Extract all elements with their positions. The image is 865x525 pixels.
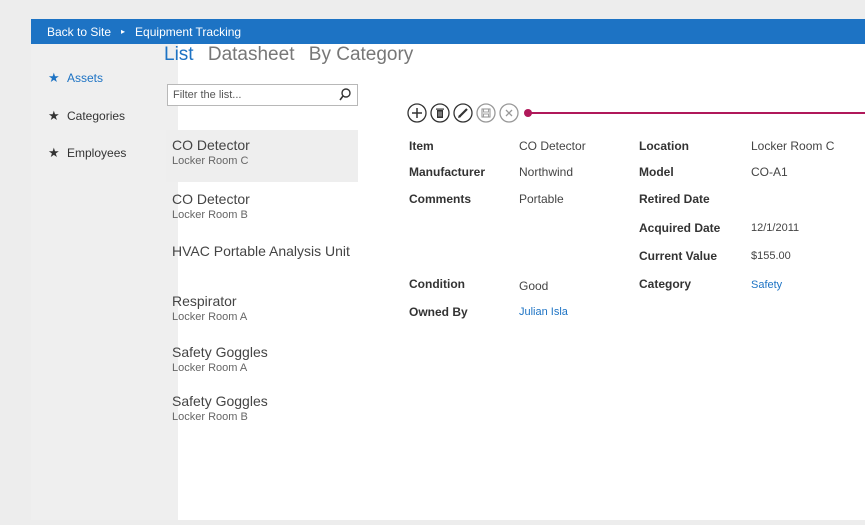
field-value-comments: Portable (519, 192, 564, 206)
list-item[interactable]: HVAC Portable Analysis Unit (166, 236, 358, 282)
field-value-model: CO-A1 (751, 165, 788, 179)
list-item-subtitle: Locker Room A (172, 362, 248, 374)
app-window: Back to Site ▸ Equipment Tracking ★ Asse… (31, 19, 865, 520)
list-item-subtitle: Locker Room B (172, 411, 248, 423)
field-value-category-link[interactable]: Safety (751, 279, 782, 291)
site-title-breadcrumb[interactable]: Equipment Tracking (135, 25, 241, 39)
list-item-title: CO Detector (172, 191, 250, 207)
save-icon[interactable] (476, 103, 496, 123)
field-value-condition: Good (519, 279, 549, 293)
cancel-icon[interactable] (499, 103, 519, 123)
top-bar: Back to Site ▸ Equipment Tracking (31, 19, 865, 44)
breadcrumb-separator-icon: ▸ (121, 27, 126, 36)
nav-item-assets[interactable]: ★ Assets (48, 70, 103, 86)
field-label-current-value: Current Value (639, 249, 718, 263)
field-label-comments: Comments (409, 192, 472, 206)
nav-item-label: Employees (67, 146, 127, 160)
field-label-acquired-date: Acquired Date (639, 221, 721, 235)
nav-item-label: Categories (67, 109, 126, 123)
back-to-site-link[interactable]: Back to Site (47, 25, 111, 39)
field-value-manufacturer: Northwind (519, 165, 574, 179)
list-item-title: HVAC Portable Analysis Unit (172, 243, 350, 259)
view-switcher: List Datasheet By Category (164, 44, 422, 66)
list-item[interactable]: CO Detector Locker Room B (166, 184, 358, 230)
field-value-location: Locker Room C (751, 139, 835, 153)
filter-input[interactable] (168, 85, 333, 105)
star-icon: ★ (48, 145, 60, 160)
field-label-model: Model (639, 165, 674, 179)
filter-box (167, 84, 358, 106)
page-background: Back to Site ▸ Equipment Tracking ★ Asse… (0, 0, 865, 525)
list-item[interactable]: CO Detector Locker Room C (166, 130, 358, 182)
list-item[interactable]: Safety Goggles Locker Room A (166, 337, 358, 383)
view-tab-datasheet[interactable]: Datasheet (208, 44, 295, 65)
search-icon[interactable] (339, 88, 351, 102)
list-item-title: Safety Goggles (172, 344, 268, 360)
field-value-owned-by-link[interactable]: Julian Isla (519, 306, 568, 318)
view-tab-list[interactable]: List (164, 44, 194, 65)
field-value-item: CO Detector (519, 139, 586, 153)
field-label-location: Location (639, 139, 689, 153)
nav-item-categories[interactable]: ★ Categories (48, 108, 125, 124)
list-item-subtitle: Locker Room B (172, 209, 248, 221)
star-icon: ★ (48, 108, 60, 123)
list-item-title: Respirator (172, 293, 237, 309)
field-label-retired-date: Retired Date (639, 192, 710, 206)
view-tab-by-category[interactable]: By Category (309, 44, 414, 65)
field-label-manufacturer: Manufacturer (409, 165, 486, 179)
field-label-owned-by: Owned By (409, 305, 468, 319)
field-label-condition: Condition (409, 277, 465, 291)
list-item-subtitle: Locker Room A (172, 311, 248, 323)
nav-item-label: Assets (67, 71, 104, 85)
list-item-title: Safety Goggles (172, 393, 268, 409)
field-value-acquired-date: 12/1/2011 (751, 222, 800, 234)
list-item[interactable]: Safety Goggles Locker Room B (166, 386, 358, 432)
nav-item-employees[interactable]: ★ Employees (48, 145, 126, 161)
field-label-category: Category (639, 277, 692, 291)
field-label-item: Item (409, 139, 434, 153)
callout-line (530, 112, 865, 114)
edit-icon[interactable] (453, 103, 473, 123)
list-item[interactable]: Respirator Locker Room A (166, 286, 358, 332)
delete-icon[interactable] (430, 103, 450, 123)
field-value-current-value: $155.00 (751, 250, 791, 262)
add-icon[interactable] (407, 103, 427, 123)
star-icon: ★ (48, 70, 60, 85)
left-navigation: ★ Assets ★ Categories ★ Employees (31, 44, 178, 520)
list-item-title: CO Detector (172, 137, 250, 153)
list-item-subtitle: Locker Room C (172, 155, 249, 167)
